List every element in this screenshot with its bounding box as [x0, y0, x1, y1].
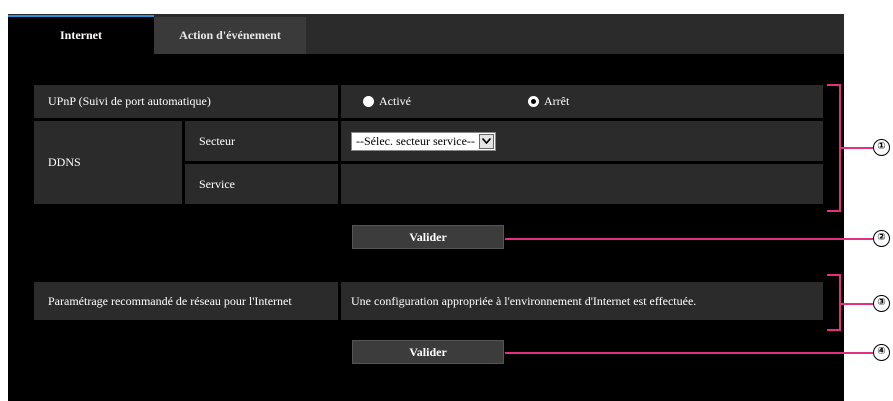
validate-button-2[interactable]: Valider — [352, 340, 504, 364]
upnp-label: UPnP (Suivi de port automatique) — [34, 85, 338, 118]
service-value — [341, 164, 823, 204]
tab-internet[interactable]: Internet — [8, 15, 154, 56]
upnp-option-on-label: Activé — [379, 94, 411, 108]
callout-line-4 — [505, 352, 873, 354]
upnp-option-off-label: Arrêt — [544, 94, 570, 108]
radio-icon[interactable] — [363, 96, 374, 107]
service-label: Service — [185, 164, 338, 204]
callout-line-1 — [841, 147, 874, 149]
network-description: Une configuration appropriée à l'environ… — [341, 282, 823, 320]
upnp-options: Activé Arrêt — [341, 85, 823, 118]
callout-bracket-3 — [827, 274, 841, 331]
tab-event-action[interactable]: Action d'événement — [154, 17, 306, 54]
validate-button-1[interactable]: Valider — [352, 225, 504, 249]
ddns-label: DDNS — [34, 121, 182, 204]
tab-bar: Internet Action d'événement — [8, 14, 844, 56]
radio-checked-icon[interactable] — [528, 96, 539, 107]
callout-line-2 — [505, 238, 873, 240]
callout-marker-4: ④ — [873, 344, 890, 361]
upnp-option-on[interactable]: Activé — [363, 94, 528, 109]
chevron-down-icon[interactable] — [478, 133, 494, 149]
callout-marker-1: ① — [873, 139, 890, 156]
callout-line-3 — [841, 303, 874, 305]
secteur-label: Secteur — [185, 121, 338, 161]
settings-panel: Internet Action d'événement UPnP (Suivi … — [8, 14, 844, 401]
callout-marker-3: ③ — [873, 295, 890, 312]
secteur-field: --Sélec. secteur service-- — [341, 121, 823, 161]
secteur-select[interactable]: --Sélec. secteur service-- — [351, 131, 496, 151]
secteur-select-value: --Sélec. secteur service-- — [356, 133, 475, 148]
upnp-option-off[interactable]: Arrêt — [528, 94, 569, 109]
network-label: Paramétrage recommandé de réseau pour l'… — [34, 282, 338, 320]
callout-bracket-1 — [827, 84, 841, 212]
callout-marker-2: ② — [873, 230, 890, 247]
